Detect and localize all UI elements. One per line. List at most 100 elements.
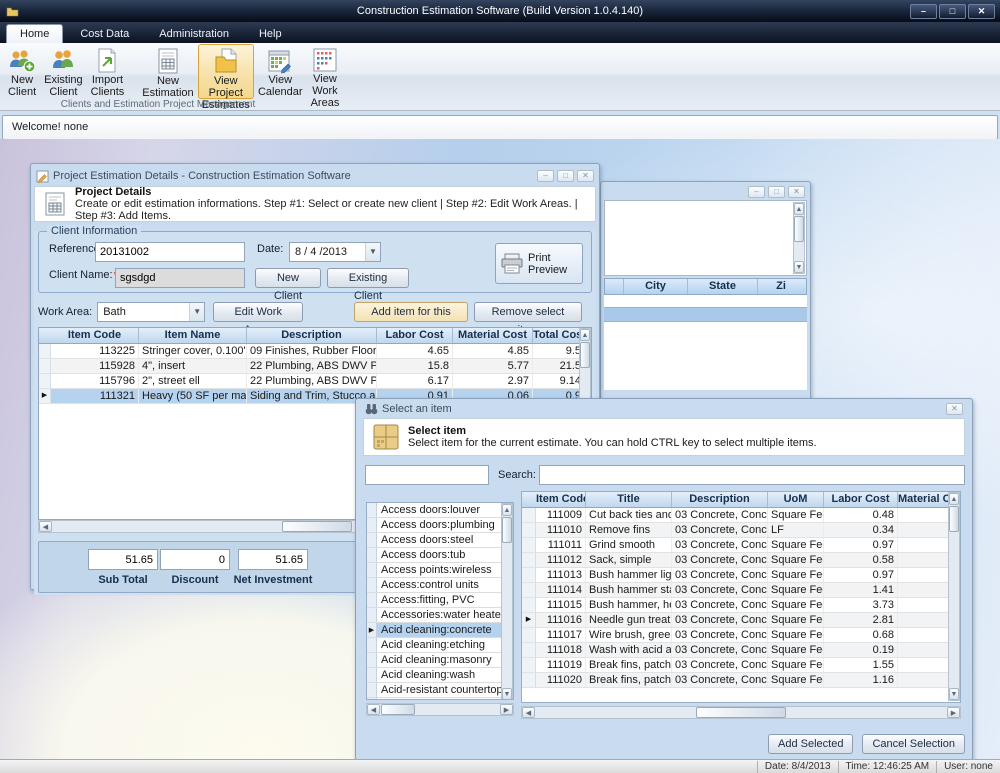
table-row[interactable]: 115928 4", insert 22 Plumbing, ABS DWV P… — [39, 359, 591, 374]
scrollbar-thumb[interactable] — [949, 506, 959, 532]
column-header[interactable]: Item Code — [536, 492, 586, 507]
net-investment-input[interactable] — [238, 549, 308, 570]
clients-grid-row[interactable] — [604, 295, 807, 308]
maximize-icon[interactable]: □ — [768, 186, 785, 198]
category-filter-input[interactable] — [365, 465, 489, 485]
list-item[interactable]: Acid-resistant countertops — [367, 683, 501, 698]
vertical-scrollbar[interactable]: ▲ ▼ — [948, 492, 960, 701]
remove-item-button[interactable]: Remove select item — [474, 302, 582, 322]
restore-icon[interactable]: □ — [939, 4, 966, 19]
table-row[interactable]: 111014 Bush hammer sta 03 Concrete, Conc… — [522, 583, 948, 598]
list-item[interactable]: Acid cleaning:concrete — [367, 623, 501, 638]
horizontal-scrollbar[interactable]: ◀ ▶ — [521, 706, 961, 719]
column-header[interactable]: Description — [672, 492, 768, 507]
list-item[interactable]: Access doors:louver — [367, 503, 501, 518]
discount-input[interactable] — [160, 549, 230, 570]
scroll-left-icon[interactable]: ◀ — [367, 704, 380, 715]
date-dropdown[interactable]: 8 / 4 /2013 ▼ — [289, 242, 381, 262]
table-row[interactable]: 111016 Needle gun treat 03 Concrete, Con… — [522, 613, 948, 628]
clients-grid-selected-row[interactable] — [604, 308, 807, 322]
table-row[interactable]: 111019 Break fins, patch 03 Concrete, Co… — [522, 658, 948, 673]
minimize-icon[interactable]: – — [748, 186, 765, 198]
column-header[interactable]: State — [687, 279, 757, 294]
scrollbar-thumb[interactable] — [696, 707, 786, 718]
tab-cost-data[interactable]: Cost Data — [67, 25, 142, 43]
close-icon[interactable]: ✕ — [577, 170, 594, 182]
scroll-down-icon[interactable]: ▼ — [949, 688, 959, 700]
list-item[interactable]: Access doors:tub — [367, 548, 501, 563]
column-header[interactable]: Labor Cost — [377, 328, 453, 343]
scrollbar-thumb[interactable] — [794, 216, 804, 242]
column-header[interactable]: Title — [586, 492, 672, 507]
chevron-down-icon[interactable]: ▼ — [365, 243, 380, 261]
cancel-selection-button[interactable]: Cancel Selection — [862, 734, 965, 754]
table-row[interactable]: 111010 Remove fins 03 Concrete, Concrete… — [522, 523, 948, 538]
table-row[interactable]: 111012 Sack, simple 03 Concrete, Concret… — [522, 553, 948, 568]
table-row[interactable]: 111020 Break fins, patch 03 Concrete, Co… — [522, 673, 948, 688]
scroll-up-icon[interactable]: ▲ — [794, 203, 804, 215]
list-item[interactable]: Access doors:steel — [367, 533, 501, 548]
scroll-right-icon[interactable]: ▶ — [500, 704, 513, 715]
close-icon[interactable]: ✕ — [788, 186, 805, 198]
table-row[interactable]: 111017 Wire brush, greer 03 Concrete, Co… — [522, 628, 948, 643]
vertical-scrollbar[interactable]: ▲ ▼ — [793, 202, 805, 274]
column-header[interactable]: Item Name — [139, 328, 247, 343]
search-input[interactable] — [539, 465, 965, 485]
project-window-titlebar[interactable]: Project Estimation Details - Constructio… — [34, 167, 596, 185]
sub-total-input[interactable] — [88, 549, 158, 570]
minimize-icon[interactable]: – — [537, 170, 554, 182]
column-header[interactable]: City — [623, 279, 687, 294]
list-item[interactable]: Acid cleaning:masonry — [367, 653, 501, 668]
view-calendar-button[interactable]: View Calendar — [254, 44, 307, 99]
scroll-down-icon[interactable]: ▼ — [502, 688, 512, 700]
new-client-button[interactable]: New Client — [255, 268, 321, 288]
client-name-input[interactable] — [115, 268, 245, 288]
new-estimation-button[interactable]: New Estimation — [138, 44, 197, 99]
column-header[interactable]: Description — [247, 328, 377, 343]
reference-input[interactable] — [95, 242, 245, 262]
add-selected-button[interactable]: Add Selected — [768, 734, 853, 754]
view-work-areas-button[interactable]: View Work Areas — [307, 44, 344, 99]
close-icon[interactable]: ✕ — [946, 403, 963, 415]
scroll-up-icon[interactable]: ▲ — [502, 504, 512, 516]
list-item[interactable]: Access:fitting, PVC — [367, 593, 501, 608]
horizontal-scrollbar[interactable]: ◀ ▶ — [366, 703, 514, 716]
existing-client-button[interactable]: Existing Client — [40, 44, 87, 99]
chevron-down-icon[interactable]: ▼ — [189, 303, 204, 321]
column-header[interactable]: Item Code — [51, 328, 139, 343]
table-row[interactable]: 111015 Bush hammer, he 03 Concrete, Conc… — [522, 598, 948, 613]
scrollbar-thumb[interactable] — [282, 521, 352, 532]
scrollbar-thumb[interactable] — [381, 704, 415, 715]
tab-home[interactable]: Home — [6, 24, 63, 43]
existing-client-button[interactable]: Existing Client — [327, 268, 409, 288]
table-row[interactable]: 111011 Grind smooth 03 Concrete, Concret… — [522, 538, 948, 553]
tab-help[interactable]: Help — [246, 25, 295, 43]
column-header[interactable]: Material Co — [898, 492, 948, 507]
print-preview-button[interactable]: Print Preview — [495, 243, 583, 284]
scroll-down-icon[interactable]: ▼ — [794, 261, 804, 273]
list-item[interactable]: Access:control units — [367, 578, 501, 593]
work-area-dropdown[interactable]: Bath ▼ — [97, 302, 205, 322]
scrollbar-thumb[interactable] — [580, 342, 590, 368]
list-item[interactable]: Acoustical block — [367, 698, 501, 699]
minimize-icon[interactable]: – — [910, 4, 937, 19]
list-item[interactable]: Acid cleaning:etching — [367, 638, 501, 653]
table-row[interactable]: 111013 Bush hammer lig 03 Concrete, Conc… — [522, 568, 948, 583]
scroll-left-icon[interactable]: ◀ — [39, 521, 52, 532]
list-item[interactable]: Acid cleaning:wash — [367, 668, 501, 683]
column-header[interactable]: Material Cost — [453, 328, 533, 343]
import-clients-button[interactable]: Import Clients — [87, 44, 129, 99]
maximize-icon[interactable]: □ — [557, 170, 574, 182]
list-item[interactable]: Access doors:plumbing — [367, 518, 501, 533]
view-project-estimates-button[interactable]: View Project Estimates — [198, 44, 254, 99]
scroll-up-icon[interactable]: ▲ — [580, 329, 590, 341]
tab-administration[interactable]: Administration — [146, 25, 242, 43]
vertical-scrollbar[interactable]: ▲ ▼ — [501, 503, 513, 700]
scroll-right-icon[interactable]: ▶ — [947, 707, 960, 718]
table-row[interactable]: 113225 Stringer cover, 0.100", 09 Finish… — [39, 344, 591, 359]
list-item[interactable]: Access points:wireless — [367, 563, 501, 578]
table-row[interactable]: 111009 Cut back ties and 03 Concrete, Co… — [522, 508, 948, 523]
new-client-button[interactable]: New Client — [4, 44, 40, 99]
close-icon[interactable]: ✕ — [968, 4, 995, 19]
column-header[interactable]: Labor Cost — [824, 492, 898, 507]
